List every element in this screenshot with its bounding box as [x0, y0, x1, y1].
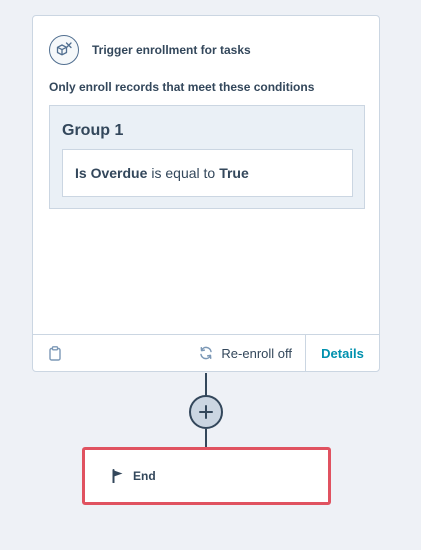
reenroll-toggle[interactable]: Re-enroll off: [199, 335, 292, 371]
cube-trigger-icon: [49, 35, 79, 65]
trigger-title: Trigger enrollment for tasks: [92, 43, 251, 57]
trigger-header: Trigger enrollment for tasks: [49, 34, 363, 66]
end-node[interactable]: End: [82, 447, 331, 505]
refresh-icon: [200, 346, 213, 360]
reenroll-label: Re-enroll off: [221, 345, 292, 361]
condition-property: Is Overdue: [75, 165, 148, 181]
conditions-label: Only enroll records that meet these cond…: [49, 80, 315, 94]
add-action-button[interactable]: [189, 395, 223, 429]
condition-group[interactable]: Group 1 Is Overdue is equal to True: [49, 105, 365, 209]
group-title: Group 1: [62, 122, 124, 139]
trigger-footer: Re-enroll off Details: [33, 334, 379, 371]
connector-line: [205, 429, 207, 448]
details-button[interactable]: Details: [305, 335, 379, 371]
flag-icon: [112, 469, 123, 483]
condition-filter[interactable]: Is Overdue is equal to True: [62, 149, 353, 197]
condition-value: True: [219, 165, 249, 181]
end-label: End: [133, 469, 156, 483]
condition-operator: is equal to: [151, 165, 216, 181]
plus-icon: [199, 405, 213, 419]
trigger-card[interactable]: Trigger enrollment for tasks Only enroll…: [32, 15, 380, 372]
connector-line: [205, 373, 207, 396]
clipboard-icon[interactable]: [47, 344, 63, 362]
